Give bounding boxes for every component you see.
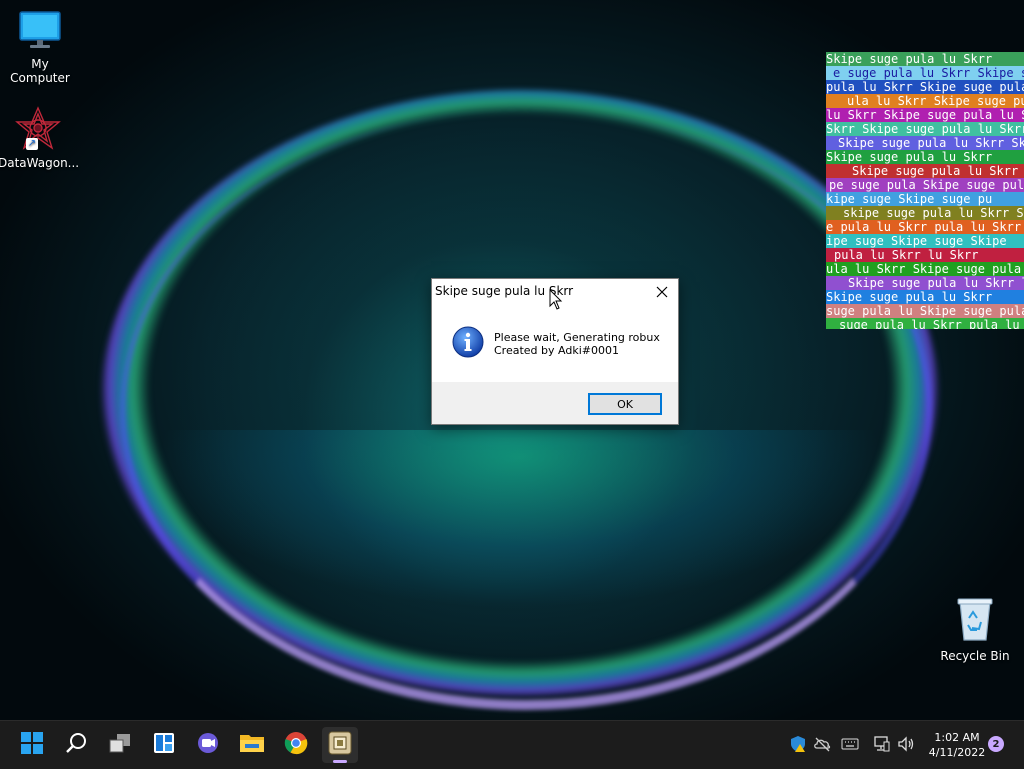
- running-app-button[interactable]: [322, 727, 358, 763]
- info-icon: [452, 326, 484, 362]
- glitch-text-strip: Skipe suge pula lu Skrr Skipe: [826, 136, 1024, 150]
- system-clock[interactable]: 1:02 AM 4/11/2022: [922, 730, 992, 760]
- glitch-text-strip: ula lu Skrr Skipe suge pula lu: [826, 262, 1024, 276]
- active-app-indicator: [333, 760, 347, 763]
- glitch-text-strip: Skipe suge pula lu Skrr lu Skrr: [826, 276, 1024, 290]
- running-app-icon: [327, 730, 353, 760]
- start-button[interactable]: [14, 727, 50, 763]
- start-icon: [20, 731, 44, 759]
- glitch-text-strip: e suge pula lu Skrr Skipe suge: [826, 66, 1024, 80]
- glitch-text-strip: kipe suge Skipe suge pu: [826, 192, 1024, 206]
- glitch-text-strip: Skipe suge pula lu Skrr: [826, 164, 1024, 178]
- desktop-icon-label: DataWagon...: [0, 156, 80, 170]
- volume-icon[interactable]: [897, 735, 915, 753]
- glitch-text-strip: ula lu Skrr Skipe suge pula lu: [826, 94, 1024, 108]
- onedrive-offline-icon[interactable]: [813, 735, 831, 753]
- desktop-icon-recycle-bin[interactable]: Recycle Bin: [935, 596, 1015, 663]
- security-warning-icon[interactable]: [789, 735, 807, 753]
- clock-date: 4/11/2022: [928, 746, 986, 759]
- glitch-text-strip: e pula lu Skrr pula lu Skrr: [826, 220, 1024, 234]
- glitch-text-strip: Skipe suge pula lu Skrr: [826, 52, 1024, 66]
- file-explorer-icon: [239, 731, 265, 759]
- chat-button[interactable]: [190, 727, 226, 763]
- desktop-background: My Computer ↗ DataWagon... Recycle Bin S…: [0, 0, 1024, 720]
- glitch-text-overlay: Skipe suge pula lu Skrr e suge pula lu Sk…: [826, 52, 1024, 329]
- widgets-icon: [152, 731, 176, 759]
- desktop-icon-datawagon[interactable]: ↗ DataWagon...: [0, 106, 80, 170]
- close-icon[interactable]: [652, 282, 672, 302]
- dialog-message-line1: Please wait, Generating robux: [494, 331, 660, 344]
- desktop-icon-label: Recycle Bin: [940, 649, 1010, 663]
- glitch-text-strip: lu Skrr Skipe suge pula lu Skrr: [826, 108, 1024, 122]
- glitch-text-strip: Skipe suge pula lu Skrr: [826, 290, 1024, 304]
- monitor-icon: [0, 10, 80, 53]
- ok-button[interactable]: OK: [588, 393, 662, 415]
- search-icon: [64, 731, 88, 759]
- file-explorer-button[interactable]: [234, 727, 270, 763]
- dialog-message-line2: Created by Adki#0001: [494, 344, 619, 357]
- keyboard-icon[interactable]: [841, 735, 859, 753]
- recycle-bin-icon: [935, 596, 1015, 645]
- search-button[interactable]: [58, 727, 94, 763]
- dialog-button-bar: OK: [432, 382, 678, 424]
- glitch-text-strip: Skipe suge pula lu Skrr: [826, 150, 1024, 164]
- shortcut-arrow-icon: ↗: [26, 138, 38, 150]
- desktop-icon-my-computer[interactable]: My Computer: [0, 10, 80, 85]
- glitch-text-strip: ipe suge Skipe suge Skipe: [826, 234, 1024, 248]
- glitch-text-strip: Skrr Skipe suge pula lu Skrr: [826, 122, 1024, 136]
- task-view-button[interactable]: [102, 727, 138, 763]
- glitch-text-strip: suge pula lu Skrr pula lu Skrr: [826, 318, 1024, 329]
- chrome-icon: [284, 731, 308, 759]
- taskbar: 1:02 AM 4/11/2022: [0, 720, 1024, 769]
- glitch-text-strip: skipe suge pula lu Skrr Skipe: [826, 206, 1024, 220]
- chrome-button[interactable]: [278, 727, 314, 763]
- network-icon[interactable]: [872, 735, 890, 753]
- glitch-text-strip: pula lu Skrr lu Skrr: [826, 248, 1024, 262]
- desktop-icon-label: My Computer: [10, 57, 70, 85]
- mouse-cursor-icon: [549, 288, 563, 315]
- task-view-icon: [108, 731, 132, 759]
- glitch-text-strip: pula lu Skrr Skipe suge pula: [826, 80, 1024, 94]
- clock-time: 1:02 AM: [934, 731, 980, 744]
- glitch-text-strip: suge pula lu Skipe suge pula lu: [826, 304, 1024, 318]
- glitch-text-strip: pe suge pula Skipe suge pula l: [826, 178, 1024, 192]
- datawagon-app-icon: ↗: [14, 106, 62, 152]
- teams-chat-icon: [196, 731, 220, 759]
- notification-count-badge[interactable]: 2: [988, 736, 1004, 752]
- widgets-button[interactable]: [146, 727, 182, 763]
